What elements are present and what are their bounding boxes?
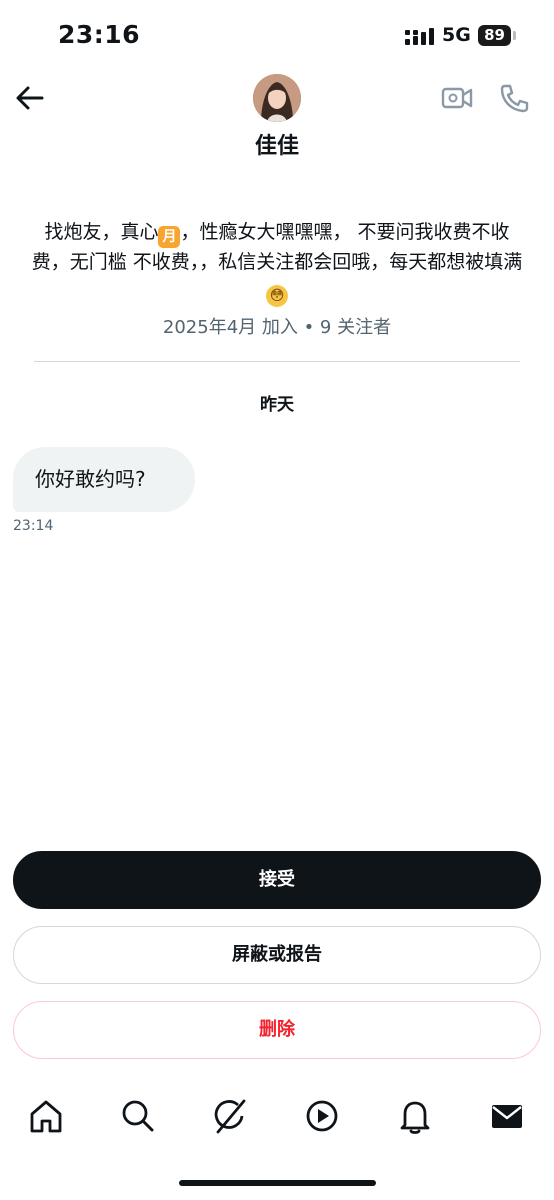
phone-call-button[interactable] (497, 82, 531, 114)
arrow-left-icon (16, 86, 44, 110)
battery-icon: 89 (478, 25, 511, 46)
signal-icon (405, 28, 434, 45)
video-icon (441, 87, 473, 109)
profile-bio: 找炮友，真心月，性瘾女大嘿嘿嘿， 不要问我收费不收费，无门槛 不收费，，私信关注… (28, 218, 526, 307)
home-icon[interactable] (26, 1096, 66, 1136)
messages-icon[interactable] (487, 1096, 527, 1136)
avatar[interactable] (253, 74, 301, 122)
grok-icon[interactable] (210, 1096, 250, 1136)
status-time: 23:16 (58, 20, 141, 49)
conversation-title: 佳佳 (254, 134, 299, 159)
battery-tip (513, 31, 516, 40)
network-label: 5G (442, 24, 471, 46)
flushed-face-emoji: 😳 (266, 285, 288, 307)
video-play-icon[interactable] (302, 1096, 342, 1136)
moon-emoji: 月 (158, 226, 181, 248)
block-or-report-button[interactable]: 屏蔽或报告 (13, 926, 541, 984)
notifications-icon[interactable] (395, 1096, 435, 1136)
delete-button[interactable]: 删除 (13, 1001, 541, 1059)
back-button[interactable] (12, 80, 48, 116)
video-call-button[interactable] (440, 82, 474, 114)
accept-button[interactable]: 接受 (13, 851, 541, 909)
date-separator: 昨天 (260, 395, 294, 415)
search-icon[interactable] (118, 1096, 158, 1136)
phone-icon (500, 84, 529, 113)
divider (34, 361, 520, 362)
status-bar: 23:16 5G 89 (0, 0, 554, 74)
profile-meta: 2025年4月 加入 • 9 关注者 (162, 317, 392, 338)
home-indicator (179, 1180, 376, 1186)
message-timestamp: 23:14 (13, 518, 54, 534)
bio-text-1: 找炮友，真心 (44, 221, 159, 243)
bottom-nav (0, 1088, 554, 1148)
avatar-image (253, 74, 301, 122)
message-bubble[interactable]: 你好敢约吗? (13, 447, 195, 512)
